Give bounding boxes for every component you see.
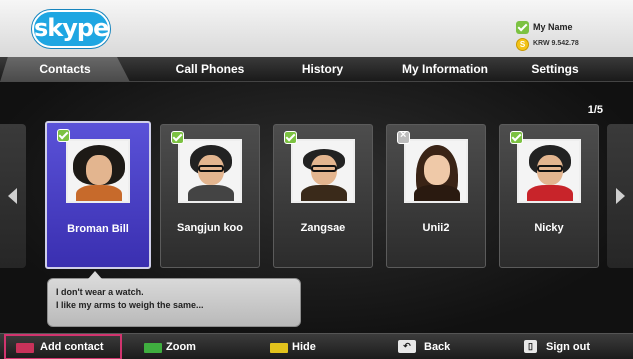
credit-balance: KRW 9.542.78 — [533, 40, 579, 47]
app-header: skype My Name S KRW 9.542.78 — [0, 0, 633, 57]
contact-avatar — [517, 139, 581, 203]
contact-card-sangjun-koo[interactable]: Sangjun koo — [160, 124, 260, 268]
red-key-icon — [16, 343, 34, 353]
contact-name: Sangjun koo — [177, 222, 243, 234]
page-indicator: 1/5 — [587, 104, 603, 116]
online-status-icon — [57, 129, 70, 142]
add-contact-button[interactable]: Add contact — [4, 334, 122, 359]
previous-page-arrow[interactable] — [0, 124, 26, 268]
online-status-icon — [510, 131, 523, 144]
contact-name: Zangsae — [300, 222, 346, 234]
tab-settings[interactable]: Settings — [510, 57, 600, 82]
offline-status-icon — [397, 129, 410, 144]
back-label: Back — [424, 341, 451, 353]
chevron-right-icon — [616, 188, 625, 204]
contact-card-zangsae[interactable]: Zangsae — [273, 124, 373, 268]
contact-avatar — [66, 139, 130, 203]
mood-message-bubble: I don't wear a watch. I like my arms to … — [47, 271, 301, 327]
hide-button[interactable]: Hide — [268, 334, 368, 359]
zoom-button[interactable]: Zoom — [140, 334, 240, 359]
online-status-icon — [284, 131, 297, 144]
tab-contacts[interactable]: Contacts — [0, 57, 130, 82]
user-name[interactable]: My Name — [533, 22, 573, 32]
tab-history[interactable]: History — [280, 57, 365, 82]
contact-name: Nicky — [534, 222, 564, 234]
yellow-key-icon — [270, 343, 288, 353]
hide-label: Hide — [292, 341, 316, 353]
zoom-label: Zoom — [166, 341, 196, 353]
contact-avatar — [404, 139, 468, 203]
contact-card-nicky[interactable]: Nicky — [499, 124, 599, 268]
contact-name: Unii2 — [422, 222, 450, 234]
chevron-left-icon — [8, 188, 17, 204]
bottom-action-bar: Add contact Zoom Hide ↶ Back ▯ Sign out — [0, 333, 633, 359]
contact-name: Broman Bill — [67, 223, 129, 235]
online-status-icon — [171, 131, 184, 144]
contact-card-broman-bill[interactable]: Broman Bill — [45, 121, 151, 269]
sign-out-label: Sign out — [546, 341, 590, 353]
sign-out-button[interactable]: ▯ Sign out — [524, 334, 624, 359]
online-status-icon — [516, 21, 529, 34]
tab-call-phones[interactable]: Call Phones — [150, 57, 270, 82]
contact-avatar — [291, 139, 355, 203]
contact-avatar — [178, 139, 242, 203]
mood-message-line: I like my arms to weigh the same... — [56, 300, 204, 310]
next-page-arrow[interactable] — [607, 124, 633, 268]
skype-logo: skype — [32, 10, 110, 48]
mood-message-line: I don't wear a watch. — [56, 287, 144, 297]
green-key-icon — [144, 343, 162, 353]
contact-card-unii2[interactable]: Unii2 — [386, 124, 486, 268]
back-button[interactable]: ↶ Back — [396, 334, 496, 359]
skype-credit-icon: S — [516, 38, 529, 51]
main-tabs: Contacts Call Phones History My Informat… — [0, 57, 633, 82]
tab-my-information[interactable]: My Information — [390, 57, 500, 82]
exit-key-icon: ▯ — [524, 340, 537, 353]
back-key-icon: ↶ — [398, 340, 416, 353]
add-contact-label: Add contact — [40, 341, 104, 353]
